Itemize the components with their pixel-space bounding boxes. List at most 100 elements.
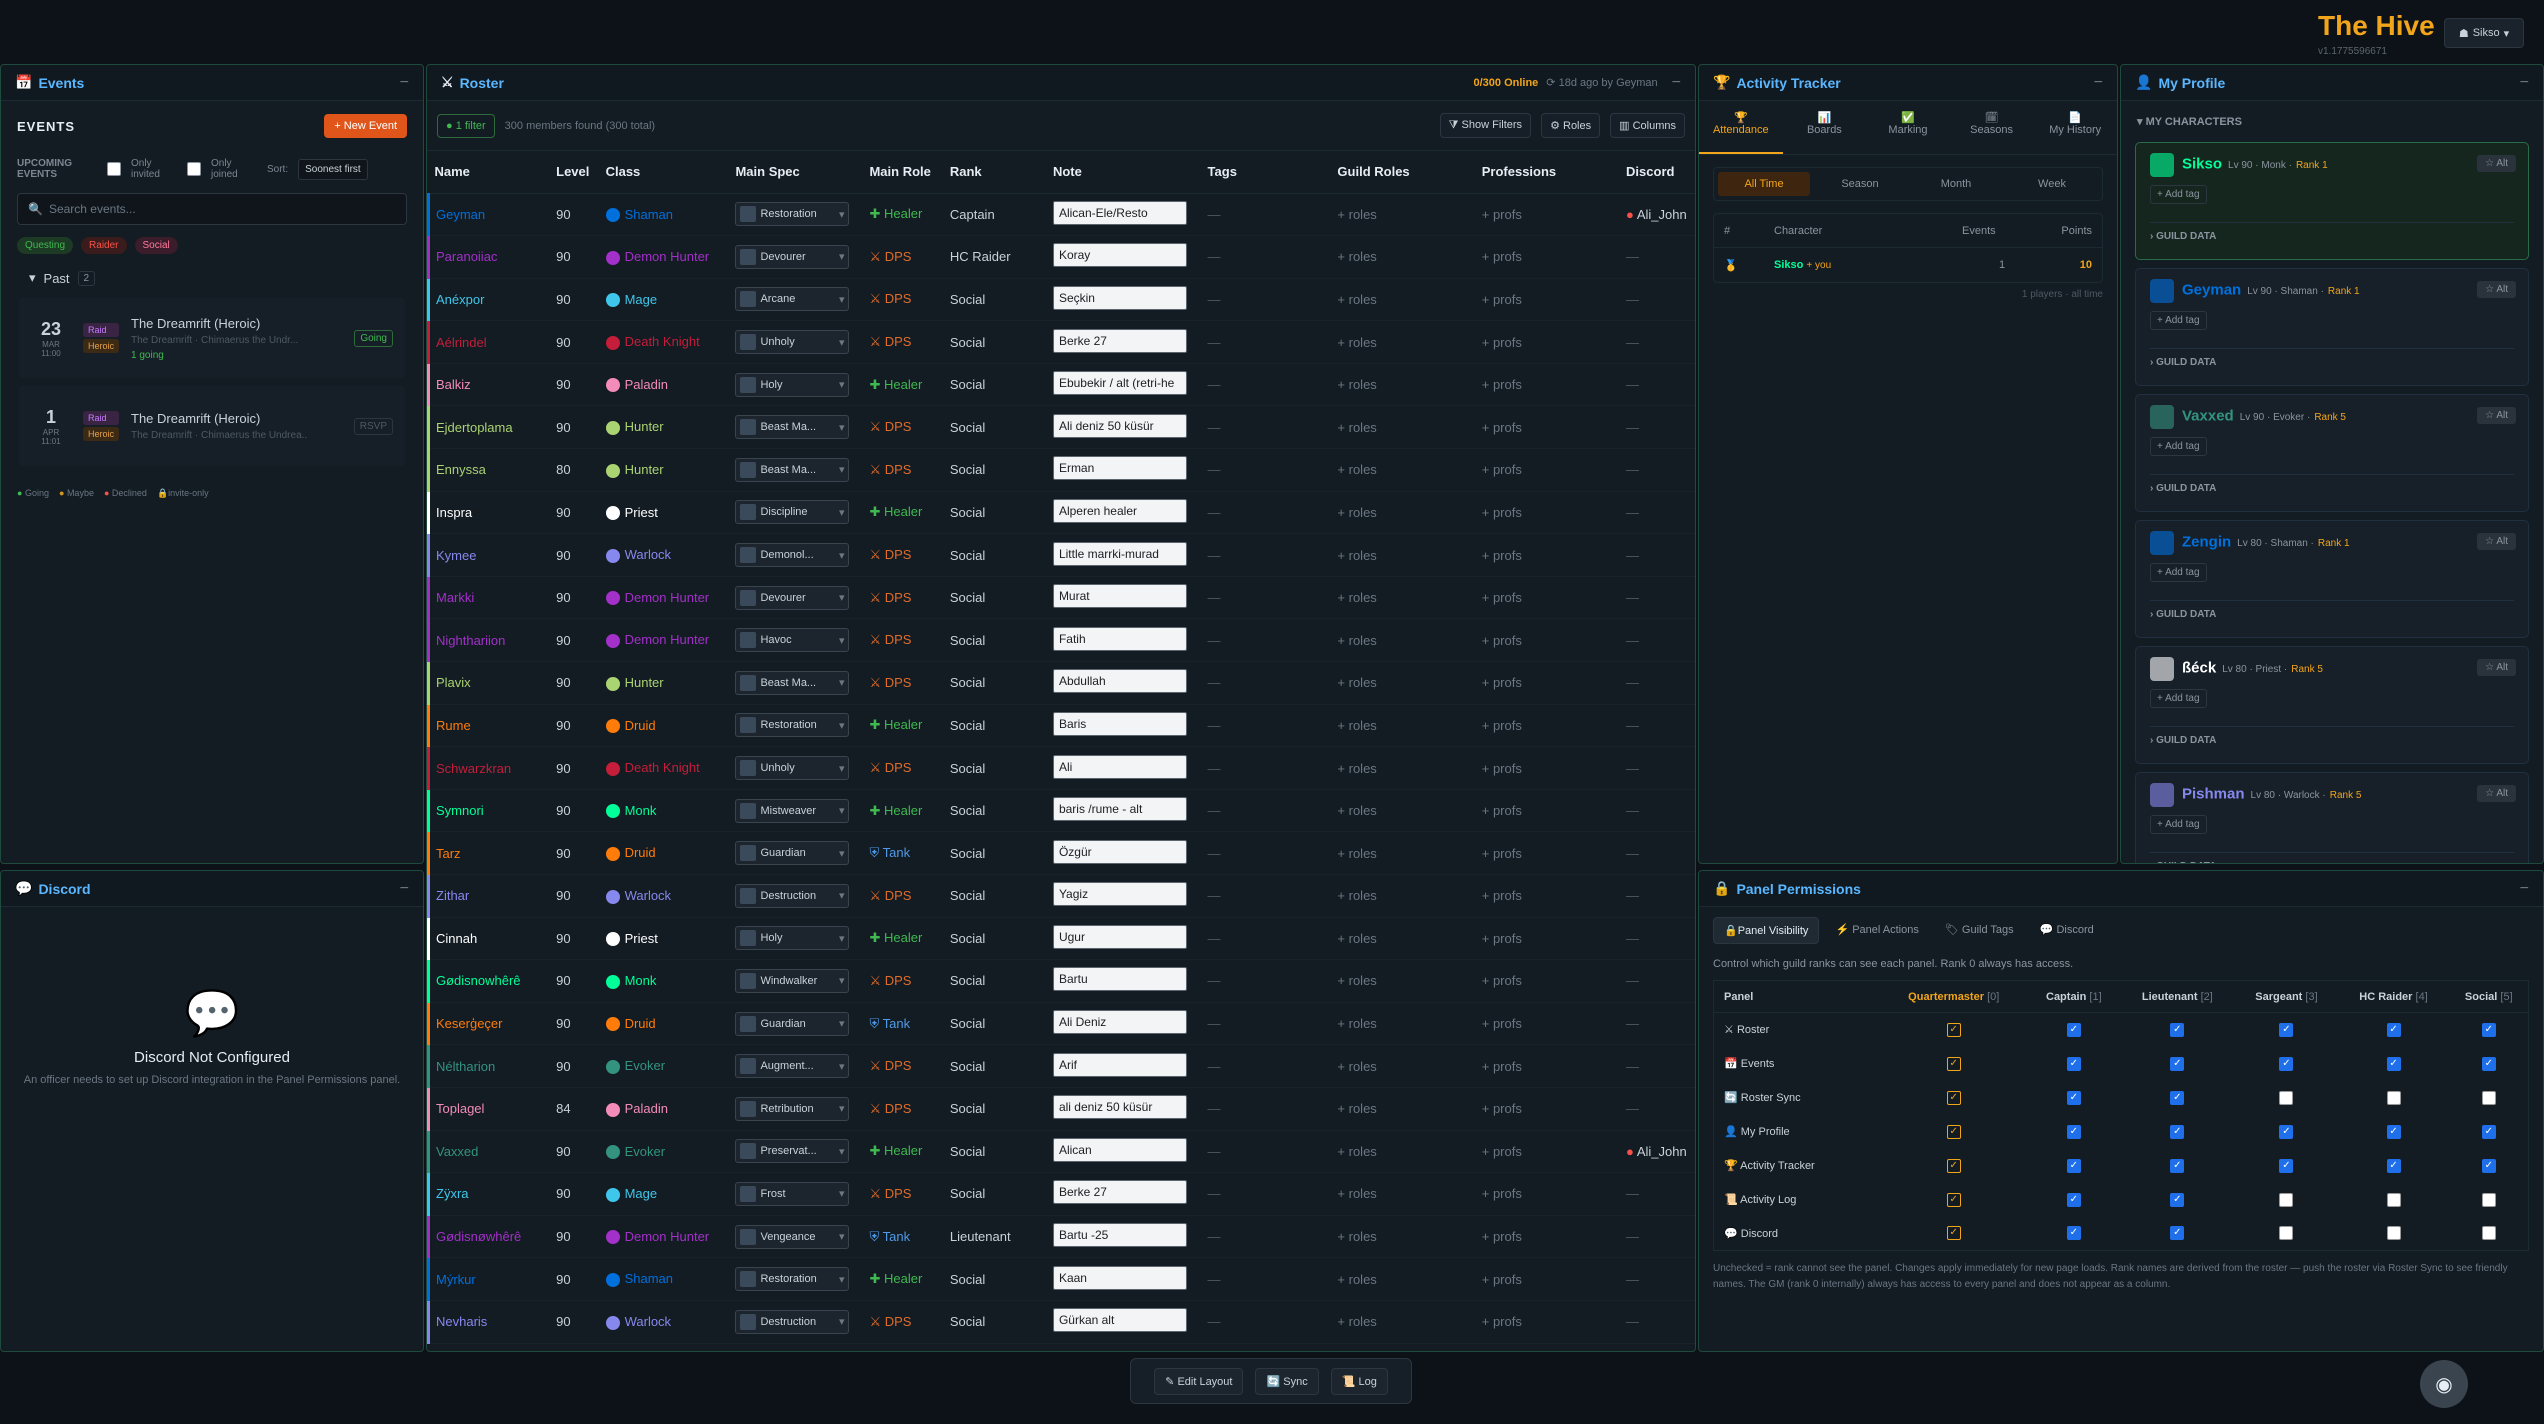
character-card[interactable]: Vaxxed Lv 90 · Evoker · Rank 5 ☆ Alt + Add t… (2135, 394, 2529, 512)
tag-questing[interactable]: Questing (17, 237, 74, 254)
period-all-time[interactable]: All Time (1718, 172, 1810, 196)
note-input[interactable]: baris /rume - alt (1052, 797, 1187, 822)
minimize-button[interactable]: − (2520, 74, 2529, 92)
tags-cell[interactable]: — (1208, 462, 1221, 477)
event-card[interactable]: 23 MAR 11:00 Raid Heroic The Dreamrift (Her… (19, 298, 405, 378)
discord-user[interactable]: Ali_John (1637, 1144, 1687, 1159)
tags-cell[interactable]: — (1208, 1314, 1221, 1329)
permission-checkbox[interactable]: ✓ (2170, 1226, 2185, 1241)
add-profs-link[interactable]: + profs (1482, 1059, 1522, 1074)
member-name[interactable]: Ennyssa (436, 462, 486, 477)
member-name[interactable]: Gødisnøwhêrê (436, 1229, 521, 1244)
permission-checkbox[interactable] (2481, 1192, 2496, 1207)
permission-checkbox[interactable]: ✓ (2279, 1124, 2294, 1139)
tags-cell[interactable]: — (1208, 1016, 1221, 1031)
add-roles-link[interactable]: + roles (1337, 377, 1376, 392)
column-header[interactable]: Tags (1201, 151, 1332, 194)
character-card[interactable]: Pishman Lv 80 · Warlock · Rank 5 ☆ Alt + Add… (2135, 772, 2529, 863)
member-name[interactable]: Rume (436, 718, 471, 733)
permission-checkbox[interactable]: ✓ (2386, 1056, 2401, 1071)
permission-checkbox[interactable]: ✓ (2066, 1090, 2081, 1105)
tags-cell[interactable]: — (1208, 207, 1221, 222)
character-card[interactable]: ßéck Lv 80 · Priest · Rank 5 ☆ Alt + Add tag… (2135, 646, 2529, 764)
spec-select[interactable]: Augment... ▾ (735, 1054, 850, 1079)
alt-toggle[interactable]: ☆ Alt (2477, 407, 2516, 424)
member-name[interactable]: Symnori (436, 803, 484, 818)
permission-checkbox[interactable] (2386, 1226, 2401, 1241)
add-profs-link[interactable]: + profs (1482, 803, 1522, 818)
minimize-button[interactable]: − (400, 74, 409, 92)
add-roles-link[interactable]: + roles (1337, 761, 1376, 776)
tags-cell[interactable]: — (1208, 377, 1221, 392)
note-input[interactable]: Fatih (1052, 626, 1187, 651)
search-input[interactable]: 🔍 Search events... (17, 193, 407, 225)
permission-checkbox[interactable]: ✓ (2066, 1056, 2081, 1071)
member-name[interactable]: Tarz (436, 846, 461, 861)
add-roles-link[interactable]: + roles (1337, 1314, 1376, 1329)
member-name[interactable]: Balkiz (436, 377, 471, 392)
table-row[interactable]: Zithar 90 Warlock Destruction ▾ ⚔ DPS Social Ya… (427, 874, 1695, 918)
add-profs-link[interactable]: + profs (1482, 846, 1522, 861)
note-input[interactable]: Özgür (1052, 839, 1187, 864)
event-card[interactable]: 1 APR 11:01 Raid Heroic The Dreamrift (Hero… (19, 386, 405, 466)
going-badge[interactable]: Going (354, 329, 393, 347)
spec-select[interactable]: Frost ▾ (735, 1181, 850, 1206)
tab-panel-visibility[interactable]: 🔒Panel Visibility (1713, 917, 1820, 944)
spec-select[interactable]: Restoration ▾ (735, 1267, 850, 1292)
permission-checkbox[interactable]: ✓ (2170, 1158, 2185, 1173)
spec-select[interactable]: Havoc ▾ (735, 628, 850, 653)
add-profs-link[interactable]: + profs (1482, 590, 1522, 605)
add-roles-link[interactable]: + roles (1337, 718, 1376, 733)
note-input[interactable]: Baris (1052, 711, 1187, 736)
permission-checkbox[interactable]: ✓ (2481, 1124, 2496, 1139)
tags-cell[interactable]: — (1208, 633, 1221, 648)
member-name[interactable]: Néltharion (436, 1059, 495, 1074)
add-profs-link[interactable]: + profs (1482, 292, 1522, 307)
character-card[interactable]: Sikso Lv 90 · Monk · Rank 1 ☆ Alt + Add tag ›… (2135, 142, 2529, 260)
add-roles-link[interactable]: + roles (1337, 633, 1376, 648)
minimize-button[interactable]: − (2094, 74, 2103, 92)
tags-cell[interactable]: — (1208, 973, 1221, 988)
add-roles-link[interactable]: + roles (1337, 1229, 1376, 1244)
filter-badge[interactable]: ● 1 filter (437, 113, 495, 138)
tags-cell[interactable]: — (1208, 590, 1221, 605)
add-profs-link[interactable]: + profs (1482, 420, 1522, 435)
add-profs-link[interactable]: + profs (1482, 548, 1522, 563)
tags-cell[interactable]: — (1208, 1186, 1221, 1201)
table-row[interactable]: Zÿxra 90 Mage Frost ▾ ⚔ DPS Social Berke 27 — + r… (427, 1172, 1695, 1216)
table-row[interactable]: Vaxxed 90 Evoker Preservat... ▾ ✚ Healer Socia… (427, 1130, 1695, 1174)
tab-marking[interactable]: ✅ Marking (1866, 101, 1950, 154)
guild-data-toggle[interactable]: › GUILD DATA (2150, 726, 2514, 746)
column-header[interactable]: Professions (1475, 151, 1621, 194)
permission-checkbox[interactable]: ✓ (2170, 1022, 2185, 1037)
user-menu-button[interactable]: ☗ Sikso ▾ (2444, 18, 2524, 48)
tags-cell[interactable]: — (1208, 1144, 1221, 1159)
member-name[interactable]: Kymee (436, 548, 476, 563)
add-profs-link[interactable]: + profs (1482, 1016, 1522, 1031)
note-input[interactable]: Ali Deniz (1052, 1010, 1187, 1035)
spec-select[interactable]: Destruction ▾ (735, 1309, 850, 1334)
add-profs-link[interactable]: + profs (1482, 505, 1522, 520)
member-name[interactable]: Mýrkur (436, 1272, 476, 1287)
add-tag-button[interactable]: + Add tag (2150, 311, 2207, 330)
sync-button[interactable]: 🔄 Sync (1255, 1367, 1319, 1395)
column-header[interactable]: Note (1046, 151, 1202, 194)
period-week[interactable]: Week (2006, 172, 2098, 196)
spec-select[interactable]: Guardian ▾ (735, 841, 850, 866)
column-header[interactable]: Level (550, 151, 600, 194)
new-event-button[interactable]: + New Event (324, 114, 407, 138)
note-input[interactable]: Alican (1052, 1137, 1187, 1162)
guild-data-toggle[interactable]: › GUILD DATA (2150, 600, 2514, 620)
note-input[interactable]: Yagiz (1052, 882, 1187, 907)
sort-select[interactable]: Soonest first (298, 158, 368, 180)
add-profs-link[interactable]: + profs (1482, 462, 1522, 477)
tab-boards[interactable]: 📊 Boards (1783, 101, 1867, 154)
spec-select[interactable]: Beast Ma... ▾ (735, 670, 850, 695)
spec-select[interactable]: Devourer ▾ (735, 585, 850, 610)
member-name[interactable]: Vaxxed (436, 1144, 478, 1159)
spec-select[interactable]: Restoration ▾ (735, 713, 850, 738)
spec-select[interactable]: Beast Ma... ▾ (735, 457, 850, 482)
permission-checkbox[interactable]: ✓ (2386, 1022, 2401, 1037)
alt-toggle[interactable]: ☆ Alt (2477, 533, 2516, 550)
permission-checkbox[interactable] (2386, 1090, 2401, 1105)
